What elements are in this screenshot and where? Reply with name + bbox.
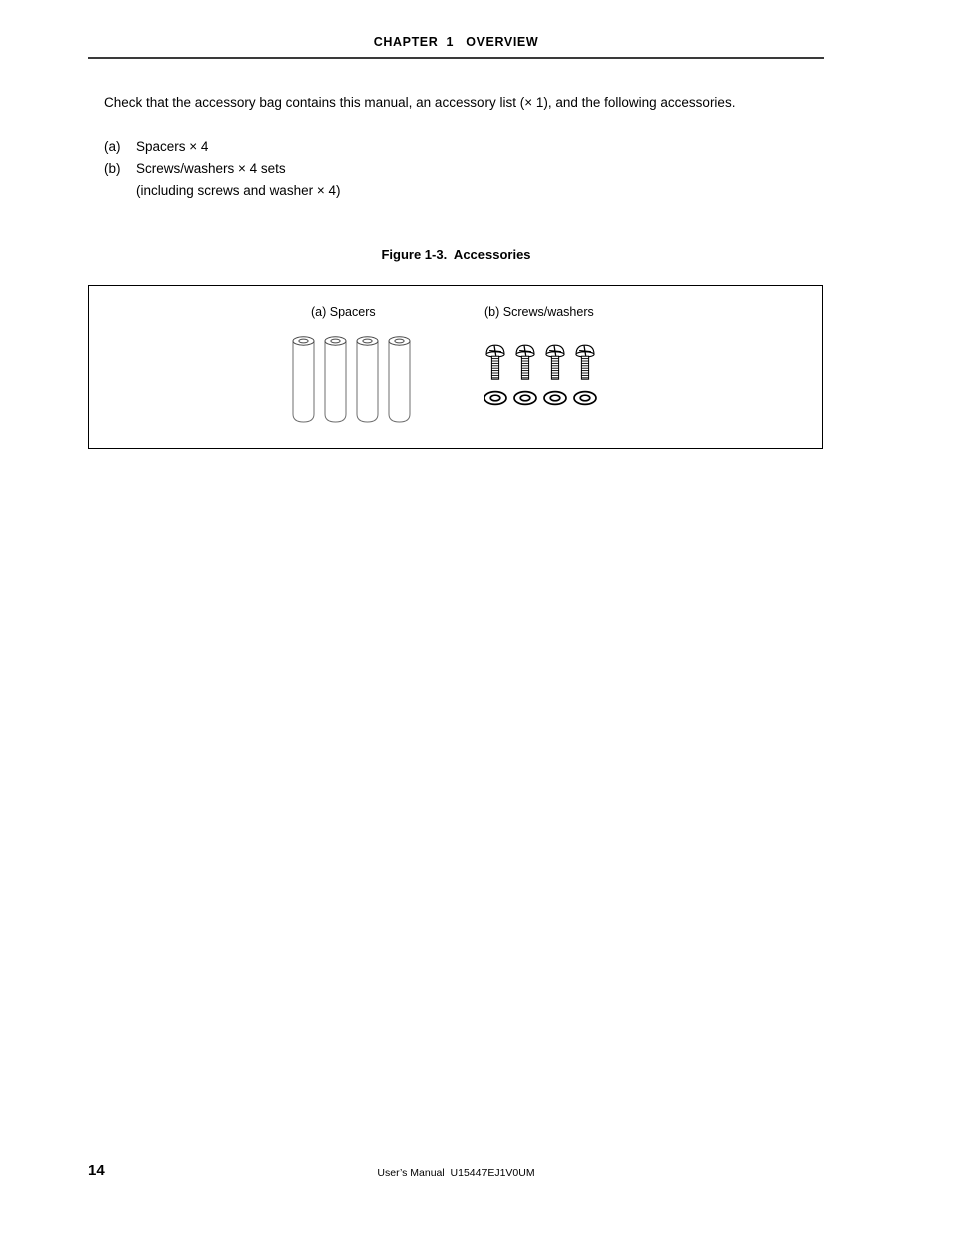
- list-item-marker: (b): [104, 161, 121, 176]
- washer-group: [484, 390, 597, 406]
- footer-manual-id: User’s Manual U15447EJ1V0UM: [377, 1167, 535, 1179]
- accessory-list: (a) Spacers × 4 (b) Screws/washers × 4 set…: [104, 136, 664, 202]
- spacers-illustration: [292, 336, 411, 423]
- list-item-text: Screws/washers × 4 sets: [136, 161, 286, 176]
- list-item-marker: (a): [104, 139, 121, 154]
- list-item: (a) Spacers × 4: [104, 136, 664, 158]
- figure-label-screws: (b) Screws/washers: [484, 305, 594, 319]
- figure-box: (a) Spacers (b) Screws/washers: [88, 285, 823, 449]
- list-item-continuation: (including screws and washer × 4): [136, 183, 341, 198]
- list-item: (b) Screws/washers × 4 sets: [104, 158, 664, 180]
- screw-group: [485, 344, 595, 380]
- header-rule-divider: [88, 57, 824, 59]
- chapter-title: CHAPTER 1 OVERVIEW: [373, 35, 539, 49]
- list-item-text: Spacers × 4: [136, 139, 209, 154]
- intro-paragraph: Check that the accessory bag contains th…: [104, 95, 736, 110]
- page-header: CHAPTER 1 OVERVIEW: [88, 34, 824, 50]
- screws-washers-illustration: [484, 344, 597, 406]
- figure-label-spacers: (a) Spacers: [311, 305, 376, 319]
- figure-caption: Figure 1-3. Accessories: [381, 247, 531, 262]
